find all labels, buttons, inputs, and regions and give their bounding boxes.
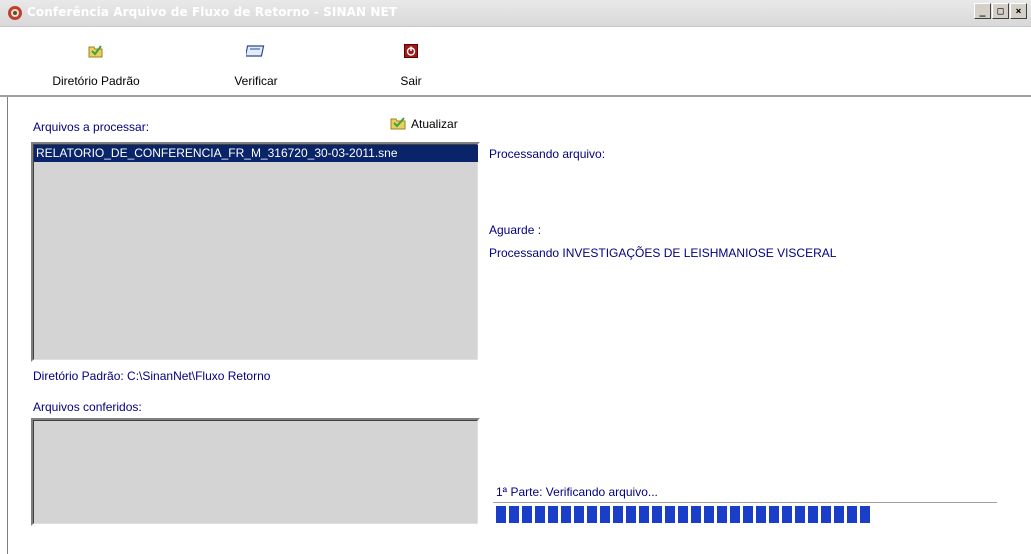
- verify-icon: [244, 44, 266, 61]
- progress-block: [665, 506, 675, 523]
- wait-label: Aguarde :: [489, 223, 542, 237]
- toolbar: Diretório Padrão Verificar Sair: [0, 27, 1031, 97]
- progress-block: [860, 506, 870, 523]
- progress-block: [574, 506, 584, 523]
- exit-icon: [404, 44, 418, 61]
- checked-files-label: Arquivos conferidos:: [33, 400, 142, 414]
- progress-block: [782, 506, 792, 523]
- progress-block: [652, 506, 662, 523]
- list-frame: [33, 144, 478, 360]
- default-dir-label: Diretório Padrão: [52, 74, 140, 88]
- checked-files-list[interactable]: [31, 418, 480, 526]
- default-dir-path: Diretório Padrão: C:\SinanNet\Fluxo Reto…: [33, 369, 271, 383]
- progress-bar: [493, 502, 997, 524]
- progress-block: [535, 506, 545, 523]
- progress-block: [717, 506, 727, 523]
- progress-fill: [496, 506, 873, 524]
- progress-block: [522, 506, 532, 523]
- files-to-process-list[interactable]: RELATORIO_DE_CONFERENCIA_FR_M_316720_30-…: [31, 142, 480, 362]
- progress-block: [730, 506, 740, 523]
- progress-block: [834, 506, 844, 523]
- exit-button[interactable]: Sair: [396, 27, 426, 91]
- refresh-folder-icon: [390, 116, 408, 133]
- refresh-label: Atualizar: [411, 117, 458, 131]
- close-button[interactable]: ×: [1010, 3, 1027, 19]
- list-frame: [33, 420, 478, 524]
- left-border: [0, 97, 10, 554]
- default-dir-button[interactable]: Diretório Padrão: [44, 27, 148, 91]
- app-icon[interactable]: [6, 4, 24, 22]
- verify-button[interactable]: Verificar: [226, 27, 286, 91]
- progress-block: [821, 506, 831, 523]
- maximize-button[interactable]: □: [992, 3, 1009, 19]
- folder-open-icon: [88, 44, 104, 61]
- progress-block: [691, 506, 701, 523]
- progress-block: [509, 506, 519, 523]
- progress-block: [678, 506, 688, 523]
- progress-block: [561, 506, 571, 523]
- progress-block: [704, 506, 714, 523]
- verify-label: Verificar: [234, 74, 278, 88]
- title-bar: Conferência Arquivo de Fluxo de Retorno …: [0, 0, 1031, 27]
- progress-block: [808, 506, 818, 523]
- processing-label: Processando arquivo:: [489, 147, 606, 161]
- minimize-button[interactable]: _: [974, 3, 991, 19]
- list-item[interactable]: RELATORIO_DE_CONFERENCIA_FR_M_316720_30-…: [34, 145, 478, 162]
- progress-block: [847, 506, 857, 523]
- progress-block: [548, 506, 558, 523]
- files-to-process-label: Arquivos a processar:: [33, 120, 150, 134]
- progress-label: 1ª Parte: Verificando arquivo...: [496, 485, 658, 499]
- window-title: Conferência Arquivo de Fluxo de Retorno …: [27, 5, 398, 19]
- refresh-button[interactable]: Atualizar: [390, 115, 458, 133]
- exit-label-text: Sair: [400, 74, 422, 88]
- progress-block: [587, 506, 597, 523]
- progress-block: [600, 506, 610, 523]
- progress-block: [626, 506, 636, 523]
- progress-block: [743, 506, 753, 523]
- progress-block: [769, 506, 779, 523]
- exit-label: Sair: [396, 74, 426, 88]
- progress-block: [496, 506, 506, 523]
- progress-block: [795, 506, 805, 523]
- progress-block: [639, 506, 649, 523]
- progress-block: [756, 506, 766, 523]
- progress-block: [613, 506, 623, 523]
- status-message: Processando INVESTIGAÇÕES DE LEISHMANIOS…: [489, 246, 837, 260]
- window-controls: _ □ ×: [973, 3, 1027, 19]
